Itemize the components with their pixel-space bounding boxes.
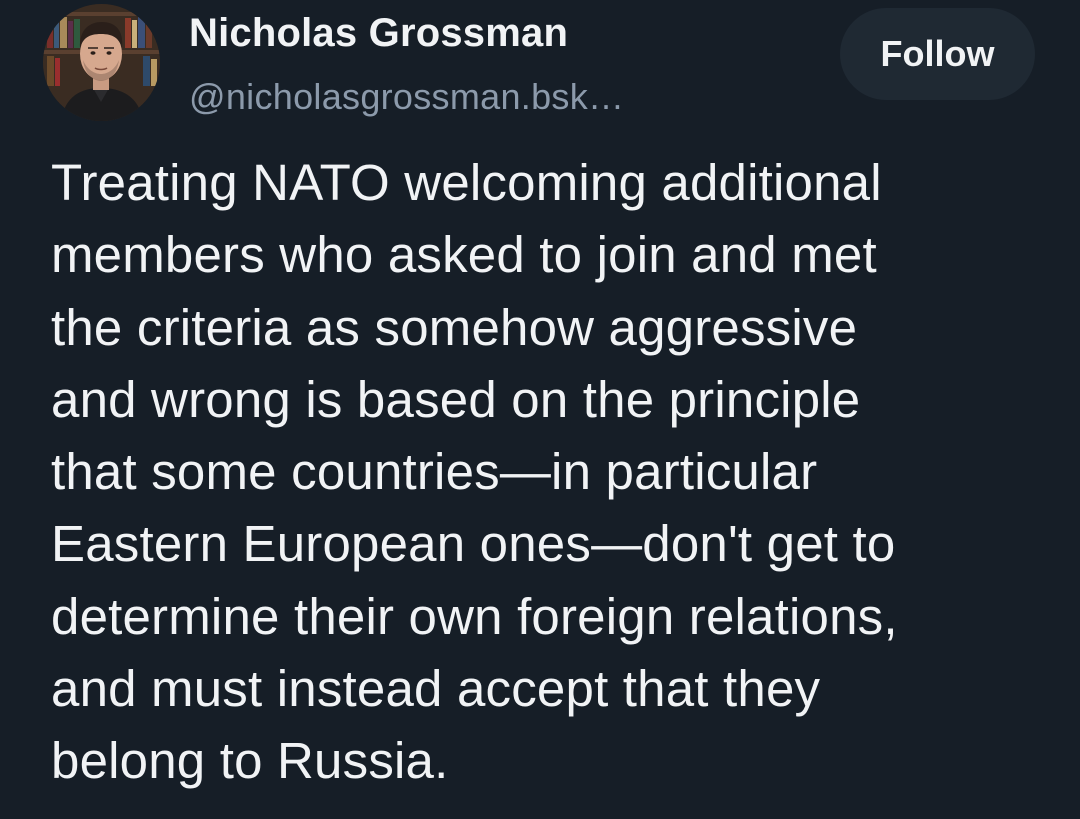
author-display-name[interactable]: Nicholas Grossman [189,11,568,56]
post-text-line: the criteria as somehow aggressive [51,298,858,356]
author-handle[interactable]: @nicholasgrossman.bsk… [189,76,624,118]
post-text-line: Treating NATO welcoming additional [51,154,882,211]
post-text-line: members who asked to join and met [51,226,877,284]
post-text-line: that some countries—in particular [51,443,818,501]
avatar[interactable] [43,4,160,121]
post-text: Treating NATO welcoming additional membe… [51,147,1041,798]
post-text-line: and must instead accept that they [51,660,821,718]
post-text-line: Eastern European ones—don't get to [51,515,896,573]
post-text-line: belong to Russia. [51,732,449,790]
post-text-line: and wrong is based on the principle [51,370,861,428]
follow-button[interactable]: Follow [840,8,1035,100]
post-text-line: determine their own foreign relations, [51,587,898,645]
avatar-image [43,4,160,121]
post-card: Nicholas Grossman @nicholasgrossman.bsk…… [0,0,1080,819]
post-header: Nicholas Grossman @nicholasgrossman.bsk…… [0,0,1080,130]
